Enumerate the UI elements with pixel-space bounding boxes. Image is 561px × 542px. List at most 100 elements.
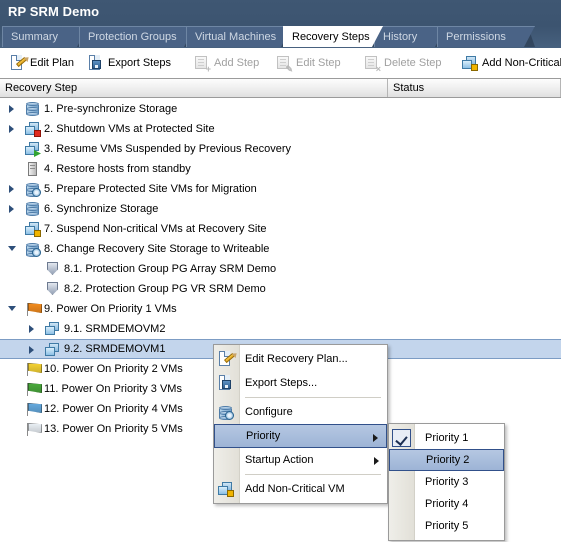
table-row[interactable]: 1. Pre-synchronize Storage xyxy=(0,99,561,119)
tab-label: History xyxy=(383,31,418,43)
tab-summary[interactable]: Summary xyxy=(2,26,88,47)
chevron-right-icon xyxy=(373,434,378,442)
menu-item-priority[interactable]: Priority xyxy=(214,424,387,448)
flag-white-icon xyxy=(25,421,42,437)
menu-item-add-non-critical-vm[interactable]: Add Non-Critical VM xyxy=(214,477,387,501)
row-label: 4. Restore hosts from standby xyxy=(44,163,191,175)
submenu-item-priority-1[interactable]: Priority 1 xyxy=(389,427,504,449)
row-label: 8.1. Protection Group PG Array SRM Demo xyxy=(64,263,277,275)
row-label: 1. Pre-synchronize Storage xyxy=(44,103,178,115)
toolbar-button-label: Export Steps xyxy=(108,57,171,69)
chevron-right-icon[interactable] xyxy=(8,104,19,115)
chevron-down-icon[interactable] xyxy=(8,304,19,315)
row-label: 9. Power On Priority 1 VMs xyxy=(44,303,177,315)
flag-green-icon xyxy=(25,381,42,397)
toolbar: Edit Plan Export Steps + Add Step ✎ Edit Step… xyxy=(0,48,561,79)
chevron-right-icon[interactable] xyxy=(8,124,19,135)
flag-yellow-icon xyxy=(25,361,42,377)
vms-resume-icon xyxy=(25,141,41,157)
window-header: RP SRM Demo Summary Protection Groups Virt… xyxy=(0,0,561,48)
menu-item-configure[interactable]: Configure xyxy=(214,400,387,424)
table-row[interactable]: 7. Suspend Non-critical VMs at Recovery … xyxy=(0,219,561,239)
toolbar-button-edit-plan[interactable]: Edit Plan xyxy=(10,52,74,74)
tab-label: Permissions xyxy=(446,31,506,43)
tab-permissions[interactable]: Permissions xyxy=(437,26,535,47)
menu-item-label: Configure xyxy=(245,406,293,418)
chevron-down-icon[interactable] xyxy=(8,244,19,255)
table-row[interactable]: 9. Power On Priority 1 VMs xyxy=(0,299,561,319)
row-label: 9.1. SRMDEMOVM2 xyxy=(64,323,166,335)
submenu-item-priority-4[interactable]: Priority 4 xyxy=(389,493,504,515)
row-label: 6. Synchronize Storage xyxy=(44,203,159,215)
table-row[interactable]: 5. Prepare Protected Site VMs for Migrat… xyxy=(0,179,561,199)
row-label: 8.2. Protection Group PG VR SRM Demo xyxy=(64,283,266,295)
submenu-item-label: Priority 1 xyxy=(425,432,469,444)
export-steps-icon xyxy=(88,55,104,71)
tab-recovery-steps[interactable]: Recovery Steps xyxy=(283,26,383,47)
table-row[interactable]: 8.2. Protection Group PG VR SRM Demo xyxy=(0,279,561,299)
menu-item-export-steps[interactable]: Export Steps... xyxy=(214,371,387,395)
chevron-right-icon[interactable] xyxy=(8,204,19,215)
menu-body: Edit Recovery Plan... Export Steps... Conf… xyxy=(214,345,387,503)
storage-icon xyxy=(25,201,41,217)
row-label: 10. Power On Priority 2 VMs xyxy=(44,363,183,375)
table-row[interactable]: 9.1. SRMDEMOVM2 xyxy=(0,319,561,339)
table-row[interactable]: 8.1. Protection Group PG Array SRM Demo xyxy=(0,259,561,279)
row-label: 9.2. SRMDEMOVM1 xyxy=(64,343,166,355)
page-title: RP SRM Demo xyxy=(8,4,100,19)
add-step-icon: + xyxy=(194,55,211,74)
context-menu[interactable]: Edit Recovery Plan... Export Steps... Conf… xyxy=(213,344,388,504)
tab-protection-groups[interactable]: Protection Groups xyxy=(79,26,195,47)
toolbar-button-label: Delete Step xyxy=(384,57,442,69)
column-header-status[interactable]: Status xyxy=(388,79,561,97)
table-row[interactable]: 8. Change Recovery Site Storage to Write… xyxy=(0,239,561,259)
edit-plan-icon xyxy=(10,55,27,71)
chevron-right-icon[interactable] xyxy=(28,324,39,335)
row-label: 7. Suspend Non-critical VMs at Recovery … xyxy=(44,223,267,235)
configure-icon xyxy=(218,404,234,420)
add-non-critical-icon xyxy=(462,55,478,71)
tab-strip: Summary Protection Groups Virtual Machines… xyxy=(0,26,561,48)
table-row[interactable]: 2. Shutdown VMs at Protected Site xyxy=(0,119,561,139)
column-header-recovery-step[interactable]: Recovery Step xyxy=(0,79,388,97)
submenu-item-priority-3[interactable]: Priority 3 xyxy=(389,471,504,493)
menu-item-edit-recovery-plan[interactable]: Edit Recovery Plan... xyxy=(214,347,387,371)
check-icon xyxy=(392,429,411,447)
submenu-body: Priority 1 Priority 2 Priority 3 Priority 4… xyxy=(389,424,504,540)
toolbar-button-delete-step[interactable]: × Delete Step xyxy=(364,52,441,74)
priority-submenu[interactable]: Priority 1 Priority 2 Priority 3 Priority 4… xyxy=(388,423,505,541)
toolbar-button-edit-step[interactable]: ✎ Edit Step xyxy=(276,52,341,74)
edit-step-icon: ✎ xyxy=(276,55,293,74)
row-label: 13. Power On Priority 5 VMs xyxy=(44,423,183,435)
tab-label: Recovery Steps xyxy=(292,31,370,43)
edit-plan-icon xyxy=(218,351,235,367)
shield-icon xyxy=(45,261,61,277)
row-label: 12. Power On Priority 4 VMs xyxy=(44,403,183,415)
tab-virtual-machines[interactable]: Virtual Machines xyxy=(186,26,292,47)
chevron-right-icon[interactable] xyxy=(8,184,19,195)
submenu-item-priority-5[interactable]: Priority 5 xyxy=(389,515,504,537)
submenu-item-priority-2[interactable]: Priority 2 xyxy=(389,449,504,471)
shield-icon xyxy=(45,281,61,297)
toolbar-button-label: Add Non-Critical xyxy=(482,57,561,69)
chevron-right-icon[interactable] xyxy=(28,345,39,356)
menu-item-startup-action[interactable]: Startup Action xyxy=(214,448,387,472)
table-row[interactable]: 4. Restore hosts from standby xyxy=(0,159,561,179)
storage-config-icon xyxy=(25,181,41,197)
toolbar-button-label: Edit Step xyxy=(296,57,341,69)
row-label: 8. Change Recovery Site Storage to Write… xyxy=(44,243,270,255)
toolbar-button-add-non-critical[interactable]: Add Non-Critical xyxy=(462,52,561,74)
row-label: 11. Power On Priority 3 VMs xyxy=(44,383,182,395)
tab-history[interactable]: History xyxy=(374,26,446,47)
menu-item-label: Add Non-Critical VM xyxy=(245,483,345,495)
toolbar-button-add-step[interactable]: + Add Step xyxy=(194,52,259,74)
submenu-item-label: Priority 2 xyxy=(426,454,470,466)
table-row[interactable]: 6. Synchronize Storage xyxy=(0,199,561,219)
menu-separator xyxy=(245,397,381,398)
flag-orange-icon xyxy=(25,301,42,317)
add-non-critical-icon xyxy=(218,481,234,497)
vm-icon xyxy=(45,342,61,358)
menu-item-label: Edit Recovery Plan... xyxy=(245,353,348,365)
toolbar-button-export-steps[interactable]: Export Steps xyxy=(88,52,171,74)
table-row[interactable]: 3. Resume VMs Suspended by Previous Reco… xyxy=(0,139,561,159)
